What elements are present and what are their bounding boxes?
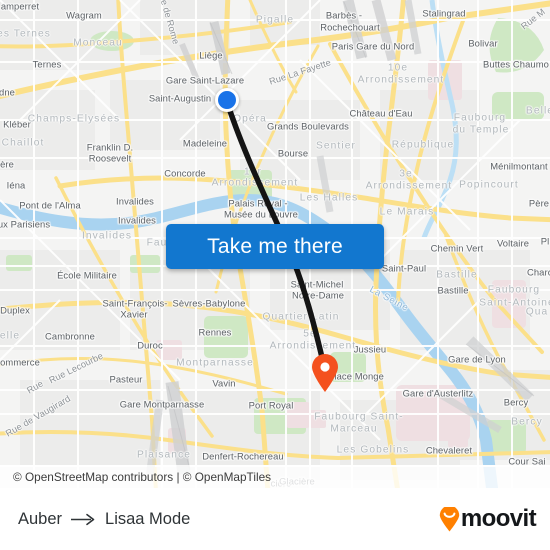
footer-bar: Auber Lisaa Mode moovit [0, 488, 550, 550]
journey-origin: Auber [18, 509, 63, 528]
origin-circle-marker[interactable] [215, 88, 239, 112]
journey-summary: Auber Lisaa Mode [18, 510, 190, 529]
moovit-route-screen: amperret Wagram e de Rome Pigalle Barbès - Ro… [0, 0, 550, 550]
arrow-right-icon [71, 513, 96, 526]
destination-pin-marker[interactable] [310, 353, 340, 393]
moovit-wordmark: moovit [460, 505, 537, 532]
moovit-logo[interactable]: moovit [439, 505, 537, 532]
journey-destination: Lisaa Mode [105, 509, 191, 528]
moovit-pin-icon [439, 506, 460, 532]
map-attribution-text: © OpenStreetMap contributors | © OpenMap… [13, 469, 272, 484]
map-container[interactable]: amperret Wagram e de Rome Pigalle Barbès - Ro… [0, 0, 550, 488]
take-me-there-button[interactable]: Take me there [166, 224, 384, 269]
map-attribution-bar: © OpenStreetMap contributors | © OpenMap… [0, 465, 550, 488]
